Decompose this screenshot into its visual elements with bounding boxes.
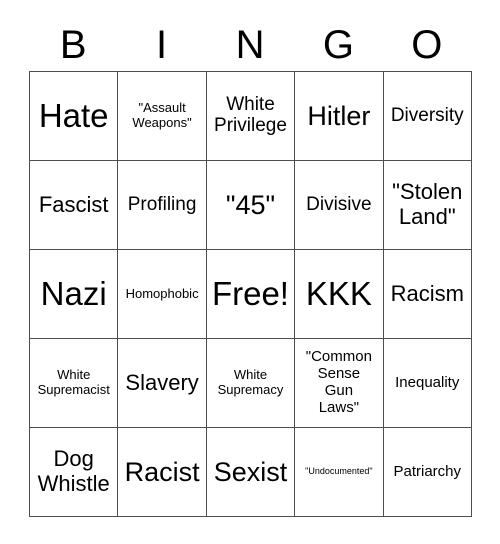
- bingo-header-letter-b: B: [59, 22, 87, 67]
- bingo-cell[interactable]: Racism: [382, 249, 472, 339]
- bingo-row: Nazi Homophobic Free! KKK Racism: [28, 249, 472, 339]
- bingo-cell-label: Sexist: [213, 456, 288, 487]
- bingo-grid: Hate "Assault Weapons" White Privilege H…: [28, 71, 472, 517]
- bingo-cell-label: "Assault Weapons": [132, 100, 192, 130]
- bingo-cell[interactable]: Homophobic: [117, 249, 207, 339]
- bingo-card: B I N G O Hate "Assault Weapons" White P…: [28, 18, 472, 517]
- bingo-cell[interactable]: White Privilege: [205, 71, 296, 161]
- bingo-cell[interactable]: Nazi: [28, 249, 119, 339]
- bingo-cell-label: Racism: [390, 280, 464, 306]
- bingo-cell-label: Divisive: [306, 193, 372, 215]
- bingo-cell[interactable]: Patriarchy: [382, 427, 472, 517]
- bingo-row: Hate "Assault Weapons" White Privilege H…: [28, 71, 472, 161]
- bingo-header-letter-n: N: [235, 22, 265, 67]
- bingo-cell-label: Profiling: [127, 193, 197, 215]
- bingo-row: Dog Whistle Racist Sexist "Undocumented"…: [28, 427, 472, 517]
- bingo-cell-label: "Stolen Land": [392, 179, 463, 229]
- bingo-cell-label: "Undocumented": [305, 466, 373, 477]
- bingo-cell[interactable]: Dog Whistle: [28, 427, 119, 517]
- bingo-cell[interactable]: Hitler: [294, 71, 384, 161]
- bingo-header-letter-i: I: [156, 22, 168, 67]
- bingo-header-row: B I N G O: [29, 18, 471, 71]
- bingo-cell-label: Slavery: [125, 369, 199, 395]
- bingo-cell[interactable]: Divisive: [294, 160, 384, 250]
- bingo-cell-label: "Common Sense Gun Laws": [305, 348, 372, 416]
- bingo-cell-label: Homophobic: [125, 285, 199, 301]
- bingo-cell[interactable]: Inequality: [382, 338, 472, 428]
- bingo-header-letter-g: G: [322, 22, 354, 67]
- bingo-cell[interactable]: "Common Sense Gun Laws": [294, 338, 384, 428]
- bingo-cell[interactable]: Racist: [117, 427, 207, 517]
- bingo-cell-label: Nazi: [40, 274, 107, 312]
- bingo-cell-label: White Privilege: [214, 94, 287, 136]
- bingo-cell-label: Dog Whistle: [37, 446, 110, 496]
- bingo-cell[interactable]: Hate: [28, 71, 119, 161]
- bingo-row: Fascist Profiling "45" Divisive "Stolen …: [28, 160, 472, 250]
- bingo-cell-label: Patriarchy: [393, 462, 462, 480]
- bingo-cell-label: Hate: [38, 96, 109, 134]
- bingo-cell[interactable]: "45": [205, 160, 296, 250]
- bingo-cell[interactable]: Sexist: [205, 427, 296, 517]
- bingo-cell[interactable]: Diversity: [382, 71, 472, 161]
- bingo-cell[interactable]: "Stolen Land": [382, 160, 472, 250]
- bingo-cell[interactable]: Slavery: [117, 338, 207, 428]
- bingo-cell-label: Fascist: [38, 191, 109, 217]
- bingo-cell[interactable]: "Assault Weapons": [117, 71, 207, 161]
- bingo-cell-free[interactable]: Free!: [205, 249, 296, 339]
- bingo-cell-label: White Supremacist: [37, 367, 110, 397]
- bingo-cell-label: Hitler: [307, 100, 371, 131]
- bingo-cell-label: Diversity: [390, 104, 464, 126]
- bingo-cell[interactable]: Profiling: [117, 160, 207, 250]
- bingo-cell[interactable]: "Undocumented": [294, 427, 384, 517]
- bingo-header-letter-o: O: [411, 22, 443, 67]
- bingo-cell-label: White Supremacy: [217, 367, 284, 397]
- bingo-row: White Supremacist Slavery White Supremac…: [28, 338, 472, 428]
- bingo-cell[interactable]: KKK: [294, 249, 384, 339]
- bingo-cell[interactable]: White Supremacy: [205, 338, 296, 428]
- bingo-cell-label: Inequality: [395, 373, 460, 391]
- bingo-cell-label: Free!: [211, 274, 289, 312]
- bingo-cell[interactable]: White Supremacist: [28, 338, 119, 428]
- bingo-cell-label: "45": [225, 189, 276, 220]
- bingo-cell-label: Racist: [124, 456, 200, 487]
- bingo-cell-label: KKK: [305, 274, 372, 312]
- bingo-cell[interactable]: Fascist: [28, 160, 119, 250]
